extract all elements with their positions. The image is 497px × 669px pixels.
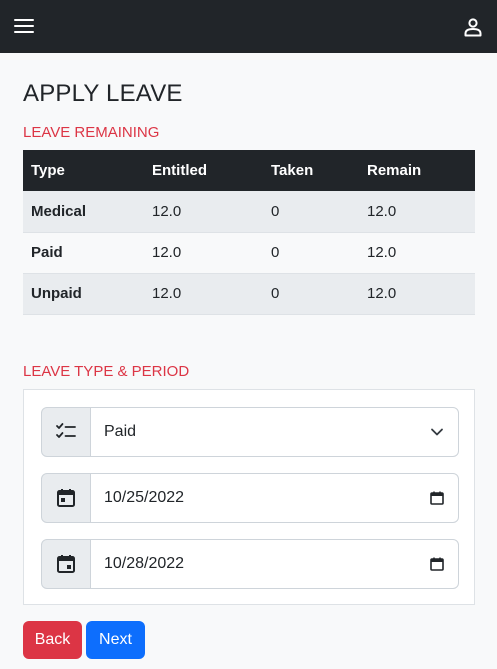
page-title: APPLY LEAVE bbox=[23, 80, 183, 107]
table-header-row: Type Entitled Taken Remain bbox=[23, 150, 475, 191]
leave-type-cell: Medical bbox=[23, 191, 144, 233]
entitled-cell: 12.0 bbox=[144, 273, 263, 315]
column-header-taken: Taken bbox=[263, 150, 359, 191]
end-date-group: 10/28/2022 bbox=[41, 539, 459, 589]
leave-type-value: Paid bbox=[104, 423, 137, 440]
checklist-icon bbox=[41, 407, 91, 457]
start-date-input[interactable]: 10/25/2022 bbox=[90, 473, 459, 523]
taken-cell: 0 bbox=[263, 191, 359, 233]
table-row: Unpaid 12.0 0 12.0 bbox=[23, 273, 475, 315]
calendar-picker-icon[interactable] bbox=[430, 557, 444, 576]
taken-cell: 0 bbox=[263, 273, 359, 315]
column-header-type: Type bbox=[23, 150, 144, 191]
table-row: Medical 12.0 0 12.0 bbox=[23, 191, 475, 233]
navbar bbox=[0, 0, 497, 53]
end-date-input[interactable]: 10/28/2022 bbox=[90, 539, 459, 589]
leave-form-card: Paid 10/25/2022 10/28/2022 bbox=[23, 389, 475, 605]
leave-type-period-heading: LEAVE TYPE & PERIOD bbox=[23, 363, 190, 380]
entitled-cell: 12.0 bbox=[144, 191, 263, 233]
start-date-value: 10/25/2022 bbox=[104, 489, 185, 506]
back-button[interactable]: Back bbox=[23, 621, 82, 659]
calendar-icon bbox=[41, 473, 91, 523]
hamburger-icon[interactable] bbox=[14, 18, 34, 34]
entitled-cell: 12.0 bbox=[144, 232, 263, 274]
taken-cell: 0 bbox=[263, 232, 359, 274]
leave-type-select[interactable]: Paid bbox=[90, 407, 459, 457]
next-button[interactable]: Next bbox=[86, 621, 145, 659]
calendar-picker-icon[interactable] bbox=[430, 491, 444, 510]
remain-cell: 12.0 bbox=[359, 191, 475, 233]
remain-cell: 12.0 bbox=[359, 273, 475, 315]
user-icon[interactable] bbox=[463, 17, 483, 37]
leave-type-group: Paid bbox=[41, 407, 459, 457]
leave-remaining-table: Type Entitled Taken Remain Medical 12.0 … bbox=[23, 150, 475, 315]
column-header-entitled: Entitled bbox=[144, 150, 263, 191]
leave-type-cell: Unpaid bbox=[23, 273, 144, 315]
chevron-down-icon bbox=[430, 425, 444, 444]
start-date-group: 10/25/2022 bbox=[41, 473, 459, 523]
table-row: Paid 12.0 0 12.0 bbox=[23, 232, 475, 274]
remain-cell: 12.0 bbox=[359, 232, 475, 274]
end-date-value: 10/28/2022 bbox=[104, 555, 185, 572]
calendar-icon bbox=[41, 539, 91, 589]
leave-remaining-heading: LEAVE REMAINING bbox=[23, 124, 160, 141]
column-header-remain: Remain bbox=[359, 150, 475, 191]
leave-type-cell: Paid bbox=[23, 232, 144, 274]
